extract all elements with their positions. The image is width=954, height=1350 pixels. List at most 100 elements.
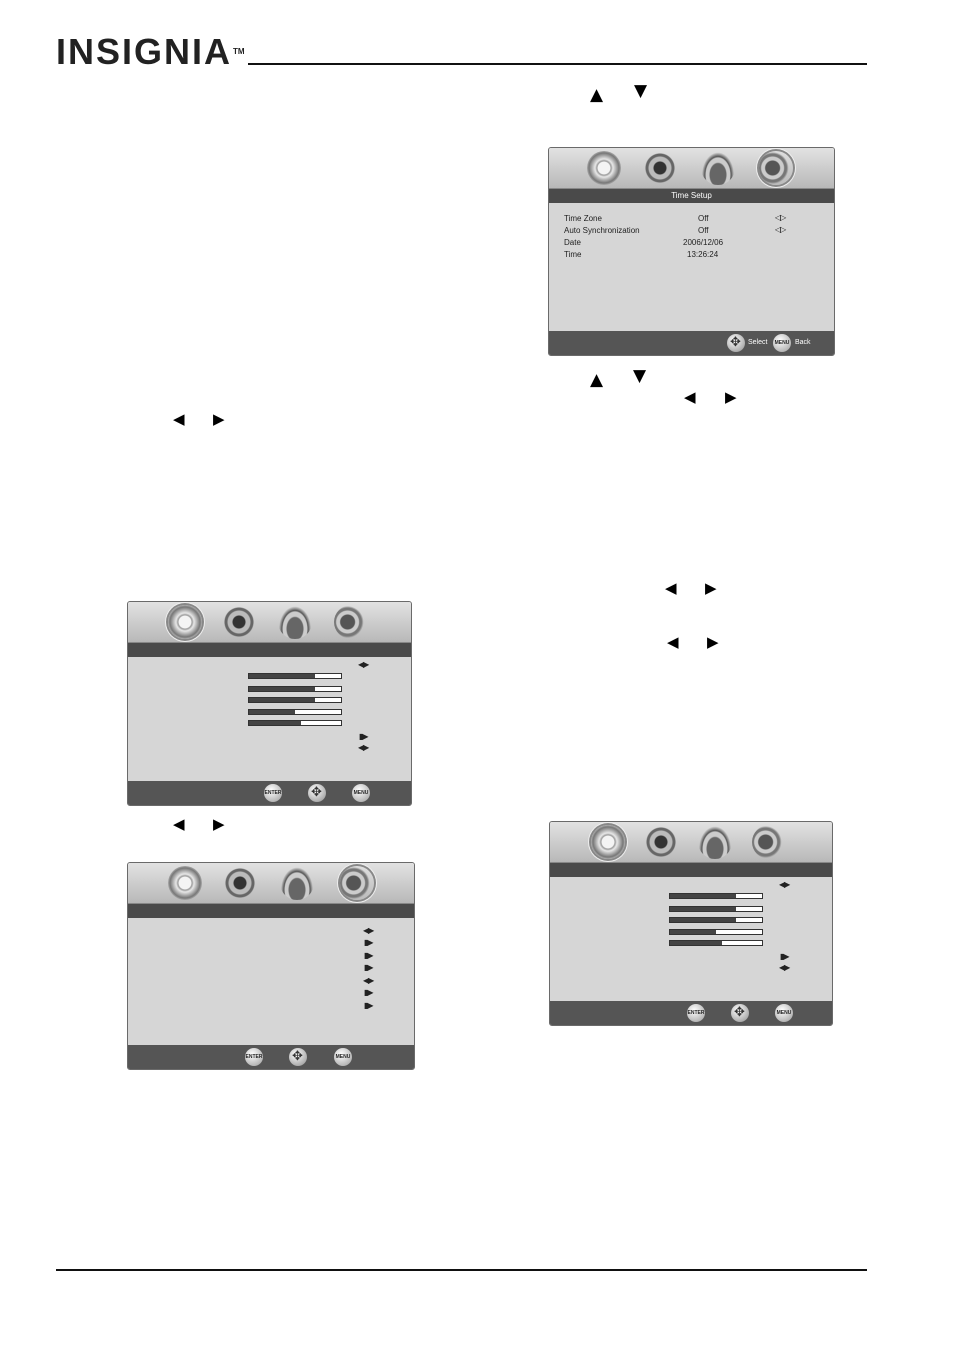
right-arrow-icon: ▶ xyxy=(705,579,717,597)
left-right-arrows-icon: ◀▶ xyxy=(363,976,374,985)
level-bar[interactable] xyxy=(669,917,763,923)
left-right-arrows-icon: ◀▶ xyxy=(779,880,790,889)
up-arrow-icon: ▲ xyxy=(590,370,604,390)
level-bar[interactable] xyxy=(669,929,763,935)
disc-icon[interactable] xyxy=(168,605,202,639)
left-arrow-icon: ◀ xyxy=(684,388,696,406)
menu-button[interactable]: MENU xyxy=(334,1048,352,1066)
picture-menu-screen-2: ◀▶ ▮▶ ◀▶ ENTER MENU xyxy=(549,821,833,1026)
back-label: Back xyxy=(795,339,811,346)
trademark: TM xyxy=(233,47,245,56)
level-bar[interactable] xyxy=(248,709,342,715)
level-bar-fill xyxy=(249,674,316,678)
level-bar-fill xyxy=(249,710,295,714)
select-dpad-icon[interactable] xyxy=(727,334,745,352)
level-bar-fill xyxy=(670,894,737,898)
left-right-arrows-icon: ◀▶ xyxy=(358,660,369,669)
level-bar-fill xyxy=(249,721,302,725)
speaker-icon[interactable] xyxy=(644,825,678,859)
submenu-arrow-icon: ▮▶ xyxy=(364,963,374,972)
osd-title xyxy=(128,643,411,657)
footer-rule xyxy=(56,1269,867,1271)
level-bar[interactable] xyxy=(669,940,763,946)
level-bar-fill xyxy=(670,918,737,922)
osd-icon-bar xyxy=(550,822,832,863)
menu-button[interactable]: MENU xyxy=(773,334,791,352)
header-rule xyxy=(248,63,867,65)
time-value: 13:26:24 xyxy=(687,250,719,259)
language-icon[interactable] xyxy=(759,151,793,185)
brand-name: INSIGNIA xyxy=(56,31,233,72)
right-arrow-icon: ▶ xyxy=(707,633,719,651)
osd-footer: Select MENU Back xyxy=(549,331,834,355)
osd-title xyxy=(550,863,832,877)
enter-button[interactable]: ENTER xyxy=(264,784,282,802)
setup-icon[interactable] xyxy=(698,825,732,859)
speaker-icon[interactable] xyxy=(643,151,677,185)
language-icon[interactable] xyxy=(334,605,368,639)
date-value: 2006/12/06 xyxy=(683,238,724,247)
osd-footer: ENTER MENU xyxy=(128,781,411,805)
date-label[interactable]: Date xyxy=(564,237,581,249)
time-label[interactable]: Time xyxy=(564,249,581,261)
level-bar-fill xyxy=(670,941,723,945)
language-icon[interactable] xyxy=(752,825,786,859)
level-bar[interactable] xyxy=(248,686,342,692)
speaker-icon[interactable] xyxy=(223,866,257,900)
osd-icon-bar xyxy=(549,148,834,189)
navigate-dpad-icon[interactable] xyxy=(289,1048,307,1066)
setup-icon[interactable] xyxy=(280,866,314,900)
time-zone-label[interactable]: Time Zone xyxy=(564,213,602,225)
level-bar-fill xyxy=(249,698,316,702)
left-right-arrows-icon: ◀▶ xyxy=(779,963,790,972)
osd-icon-bar xyxy=(128,602,411,643)
submenu-arrow-icon: ▮▶ xyxy=(364,938,374,947)
level-bar[interactable] xyxy=(248,697,342,703)
level-bar-fill xyxy=(670,930,716,934)
navigate-dpad-icon[interactable] xyxy=(731,1004,749,1022)
auto-sync-value: Off xyxy=(698,226,709,235)
time-zone-value: Off xyxy=(698,214,709,223)
level-bar[interactable] xyxy=(669,906,763,912)
disc-icon[interactable] xyxy=(587,151,621,185)
speaker-icon[interactable] xyxy=(222,605,256,639)
enter-button[interactable]: ENTER xyxy=(687,1004,705,1022)
submenu-arrow-icon: ▮▶ xyxy=(364,951,374,960)
disc-icon[interactable] xyxy=(591,825,625,859)
left-right-arrows-icon: ◀▶ xyxy=(358,743,369,752)
left-arrow-icon: ◀ xyxy=(173,410,185,428)
level-bar-fill xyxy=(670,907,737,911)
setup-icon[interactable] xyxy=(701,151,735,185)
enter-button[interactable]: ENTER xyxy=(245,1048,263,1066)
brand-logo: INSIGNIATM xyxy=(56,30,245,74)
osd-icon-bar xyxy=(128,863,414,904)
level-bar[interactable] xyxy=(248,673,342,679)
language-icon[interactable] xyxy=(340,866,374,900)
submenu-arrow-icon: ▮▶ xyxy=(364,1001,374,1010)
left-arrow-icon: ◀ xyxy=(667,633,679,651)
select-label: Select xyxy=(748,339,768,346)
left-right-arrows-icon: ◁▷ xyxy=(775,225,786,234)
osd-title xyxy=(128,904,414,918)
level-bar-fill xyxy=(249,687,316,691)
down-arrow-icon: ▼ xyxy=(633,366,647,386)
menu-button[interactable]: MENU xyxy=(775,1004,793,1022)
osd-title: Time Setup xyxy=(549,189,834,203)
menu-button[interactable]: MENU xyxy=(352,784,370,802)
left-arrow-icon: ◀ xyxy=(665,579,677,597)
general-setup-screen: ◀▶ ▮▶ ▮▶ ▮▶ ◀▶ ▮▶ ▮▶ ENTER MENU xyxy=(127,862,415,1070)
right-arrow-icon: ▶ xyxy=(213,815,225,833)
left-right-arrows-icon: ◁▷ xyxy=(775,213,786,222)
level-bar[interactable] xyxy=(248,720,342,726)
down-arrow-icon: ▼ xyxy=(634,81,648,101)
setup-icon[interactable] xyxy=(278,605,312,639)
right-arrow-icon: ▶ xyxy=(213,410,225,428)
submenu-arrow-icon: ▮▶ xyxy=(780,952,790,961)
up-arrow-icon: ▲ xyxy=(590,85,604,105)
level-bar[interactable] xyxy=(669,893,763,899)
osd-footer: ENTER MENU xyxy=(550,1001,832,1025)
disc-icon[interactable] xyxy=(168,866,202,900)
auto-sync-label[interactable]: Auto Synchronization xyxy=(564,225,640,237)
time-setup-screen: Time Setup Time Zone Off ◁▷ Auto Synchro… xyxy=(548,147,835,356)
navigate-dpad-icon[interactable] xyxy=(308,784,326,802)
